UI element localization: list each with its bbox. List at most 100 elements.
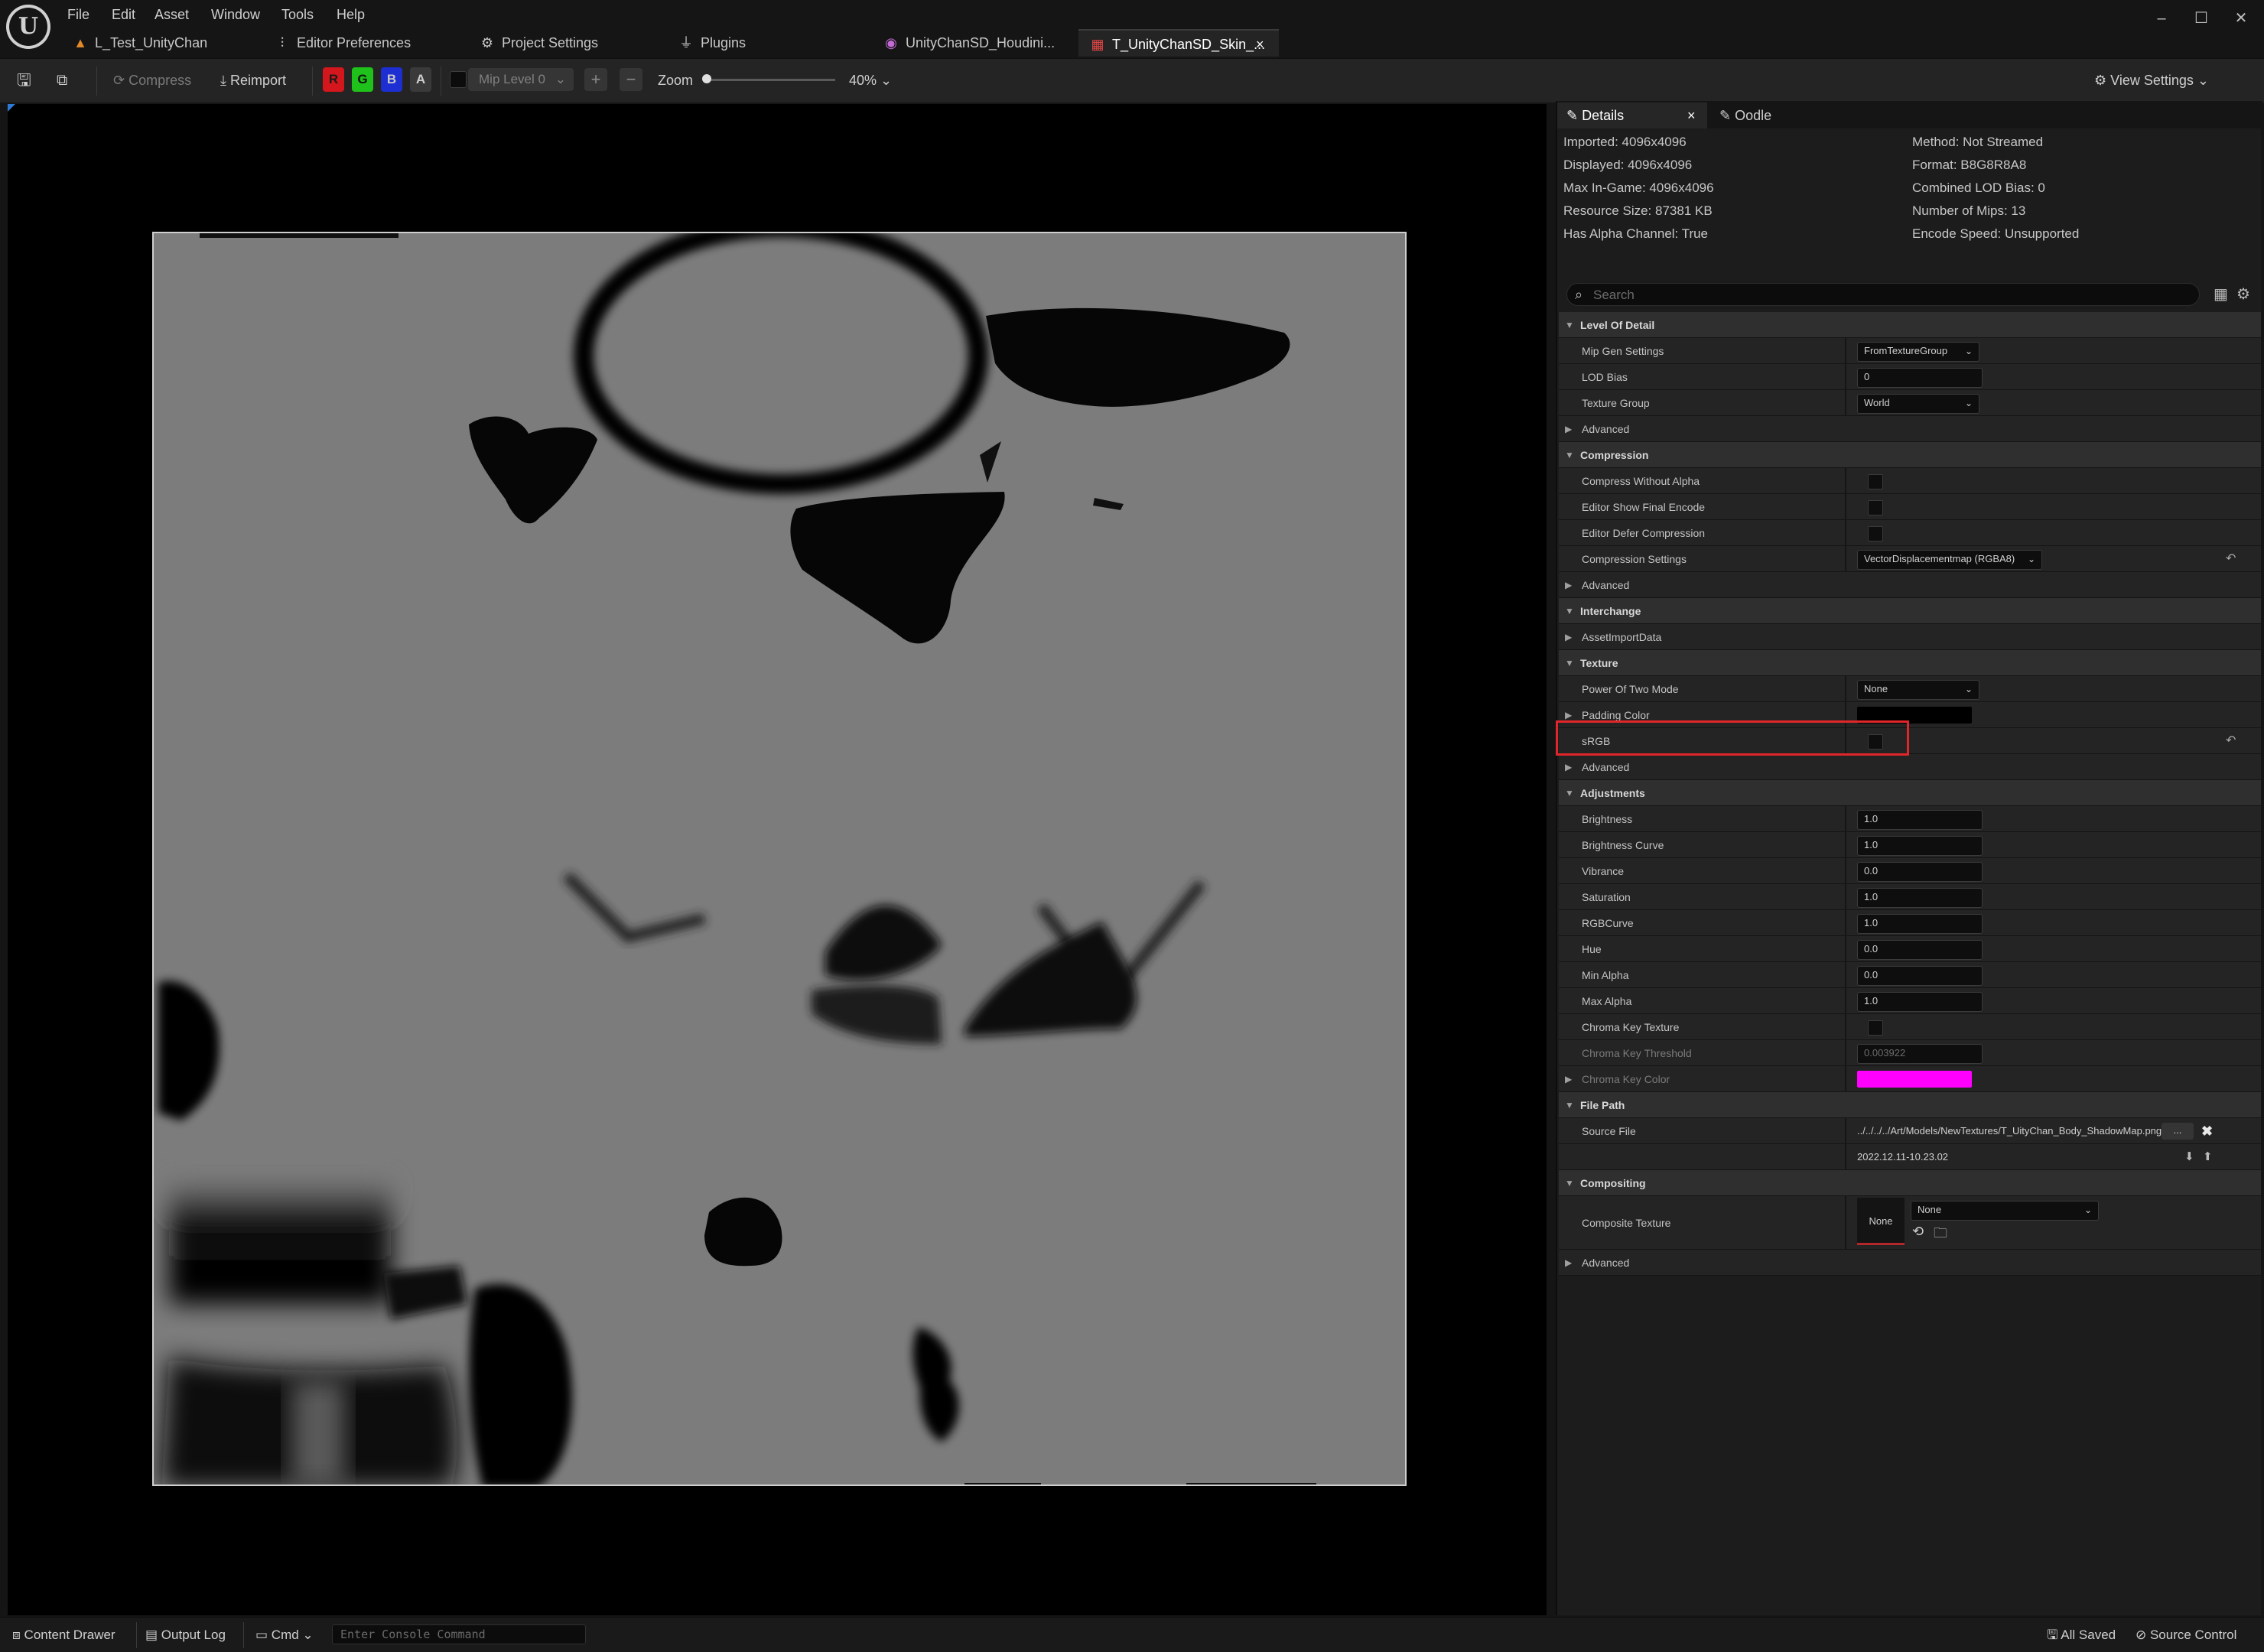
reimport-button[interactable]: ⤓ Reimport <box>220 65 286 96</box>
property-max-alpha: Max Alpha 1.0 <box>1559 988 2261 1014</box>
compress-button[interactable]: ⟳ Compress <box>113 65 191 96</box>
browse-asset-icon[interactable]: ⧉ <box>57 65 67 96</box>
mip-gen-dropdown[interactable]: FromTextureGroup ⌄ <box>1857 342 1979 362</box>
advanced-compression-row[interactable]: ▶ Advanced <box>1559 572 2261 598</box>
mip-increase-button[interactable]: + <box>584 68 607 91</box>
minimize-icon[interactable]: – <box>2146 6 2177 31</box>
view-settings-button[interactable]: ⚙ View Settings ⌄ <box>2094 65 2209 96</box>
advanced-lod-row[interactable]: ▶ Advanced <box>1559 416 2261 442</box>
zoom-slider-track[interactable] <box>707 79 835 81</box>
mip-decrease-button[interactable]: − <box>620 68 642 91</box>
zoom-slider-thumb[interactable] <box>702 74 711 83</box>
chroma-key-color-swatch[interactable] <box>1857 1071 1972 1088</box>
tab-project-settings[interactable]: ⚙ Project Settings <box>468 29 675 57</box>
power-of-two-dropdown[interactable]: None ⌄ <box>1857 680 1979 700</box>
advanced-texture-row[interactable]: ▶ Advanced <box>1559 754 2261 780</box>
all-saved-button[interactable]: 🖫 All Saved <box>2047 1624 2116 1647</box>
hue-input[interactable]: 0.0 <box>1857 940 1983 960</box>
maximize-icon[interactable]: ☐ <box>2186 6 2217 31</box>
category-texture[interactable]: ▼ Texture <box>1559 650 2261 676</box>
close-tab-icon[interactable]: × <box>1687 102 1696 128</box>
console-input[interactable]: Enter Console Command <box>332 1624 586 1644</box>
brightness-curve-input[interactable]: 1.0 <box>1857 836 1983 856</box>
property-label: LOD Bias <box>1582 371 1628 383</box>
tab-level[interactable]: ▲ L_Test_UnityChan <box>61 29 252 57</box>
close-tab-icon[interactable]: × <box>1256 31 1264 58</box>
zoom-dropdown[interactable]: 40% ⌄ <box>849 65 892 96</box>
channel-b-toggle[interactable]: B <box>381 67 402 92</box>
channel-a-toggle[interactable]: A <box>410 67 431 92</box>
use-selected-icon[interactable]: ⟲ <box>1912 1224 1924 1240</box>
lod-bias-input[interactable]: 0 <box>1857 368 1983 388</box>
menu-window[interactable]: Window <box>211 5 260 24</box>
unreal-logo-icon[interactable]: U <box>6 5 50 49</box>
compress-without-alpha-checkbox[interactable] <box>1868 474 1883 489</box>
tab-texture-active[interactable]: ▦ T_UnityChanSD_Skin_... × <box>1078 29 1279 57</box>
tab-oodle[interactable]: ✎ Oodle <box>1710 102 1794 128</box>
reset-arrow-icon[interactable]: ↶ <box>2226 546 2236 572</box>
clear-icon[interactable]: ✖ <box>2201 1118 2213 1144</box>
info-method: Method: Not Streamed <box>1912 135 2044 149</box>
composite-thumbnail[interactable]: None <box>1857 1198 1905 1245</box>
category-compositing[interactable]: ▼ Compositing <box>1559 1170 2261 1196</box>
min-alpha-input[interactable]: 0.0 <box>1857 966 1983 986</box>
menu-edit[interactable]: Edit <box>112 5 135 24</box>
chroma-key-threshold-input[interactable]: 0.003922 <box>1857 1044 1983 1064</box>
menu-help[interactable]: Help <box>337 5 365 24</box>
chroma-key-texture-checkbox[interactable] <box>1868 1020 1883 1036</box>
mip-level-dropdown[interactable]: Mip Level 0 ⌄ <box>468 68 574 91</box>
brightness-input[interactable]: 1.0 <box>1857 810 1983 830</box>
collapse-arrow-icon: ▼ <box>1565 1178 1574 1189</box>
menu-tools[interactable]: Tools <box>281 5 314 24</box>
category-compression[interactable]: ▼ Compression <box>1559 442 2261 468</box>
menu-file[interactable]: File <box>67 5 89 24</box>
gear-icon[interactable]: ⚙ <box>2236 285 2250 304</box>
export-up-icon[interactable]: ⬆ <box>2203 1144 2213 1170</box>
property-chroma-key-threshold: Chroma Key Threshold 0.003922 <box>1559 1040 2261 1066</box>
tab-material[interactable]: ◉ UnityChanSD_Houdini... <box>872 29 1078 57</box>
category-adjustments[interactable]: ▼ Adjustments <box>1559 780 2261 806</box>
close-window-icon[interactable]: ✕ <box>2226 6 2256 31</box>
browse-folder-icon[interactable]: 🗀 <box>1934 1224 1947 1247</box>
menu-asset[interactable]: Asset <box>155 5 189 24</box>
category-level-of-detail[interactable]: ▼ Level Of Detail <box>1559 312 2261 338</box>
compression-settings-dropdown[interactable]: VectorDisplacementmap (RGBA8) ⌄ <box>1857 550 2042 570</box>
content-drawer-button[interactable]: ⧈ Content Drawer <box>12 1624 115 1647</box>
tab-editor-preferences[interactable]: ⫶ Editor Preferences <box>263 29 470 57</box>
show-final-encode-checkbox[interactable] <box>1868 500 1883 515</box>
log-icon: ▤ <box>145 1628 161 1642</box>
reset-arrow-icon[interactable]: ↶ <box>2226 728 2236 754</box>
mip-gen-value: FromTextureGroup <box>1864 345 1948 356</box>
vibrance-input[interactable]: 0.0 <box>1857 862 1983 882</box>
tab-details[interactable]: ✎ Details × <box>1557 102 1707 128</box>
asset-import-data-row[interactable]: ▶ AssetImportData <box>1559 624 2261 650</box>
channel-g-toggle[interactable]: G <box>352 67 373 92</box>
source-control-button[interactable]: ⊘ Source Control <box>2136 1624 2236 1647</box>
composite-texture-dropdown[interactable]: None ⌄ <box>1911 1201 2099 1221</box>
defer-compression-checkbox[interactable] <box>1868 526 1883 541</box>
compression-settings-value: VectorDisplacementmap (RGBA8) <box>1864 553 2015 564</box>
cmd-dropdown[interactable]: ▭ Cmd ⌄ <box>255 1624 314 1647</box>
tab-plugins[interactable]: ⏚ Plugins <box>667 29 873 57</box>
category-interchange[interactable]: ▼ Interchange <box>1559 598 2261 624</box>
save-all-icon: 🖫 <box>2047 1628 2061 1642</box>
advanced-compositing-row[interactable]: ▶ Advanced <box>1559 1250 2261 1276</box>
search-input[interactable]: ⌕ Search <box>1566 283 2200 306</box>
info-displayed: Displayed: 4096x4096 <box>1563 158 1693 172</box>
max-alpha-input[interactable]: 1.0 <box>1857 992 1983 1012</box>
import-down-icon[interactable]: ⬇ <box>2184 1144 2194 1170</box>
table-view-icon[interactable]: ▦ <box>2214 285 2228 304</box>
saturation-input[interactable]: 1.0 <box>1857 888 1983 908</box>
output-log-button[interactable]: ▤ Output Log <box>145 1624 226 1647</box>
texture-group-dropdown[interactable]: World ⌄ <box>1857 394 1979 414</box>
property-min-alpha: Min Alpha 0.0 <box>1559 962 2261 988</box>
save-icon[interactable]: 🖫 <box>17 65 31 96</box>
content-drawer-label: Content Drawer <box>24 1628 115 1642</box>
rgbcurve-input[interactable]: 1.0 <box>1857 914 1983 934</box>
toolbar: 🖫 ⧉ ⟳ Compress ⤓ Reimport R G B A Mip Le… <box>0 58 2264 102</box>
info-lod-bias: Combined LOD Bias: 0 <box>1912 180 2045 195</box>
mip-checkbox[interactable] <box>450 71 467 88</box>
browse-file-button[interactable]: ... <box>2162 1123 2194 1140</box>
channel-r-toggle[interactable]: R <box>323 67 344 92</box>
category-file-path[interactable]: ▼ File Path <box>1559 1092 2261 1118</box>
